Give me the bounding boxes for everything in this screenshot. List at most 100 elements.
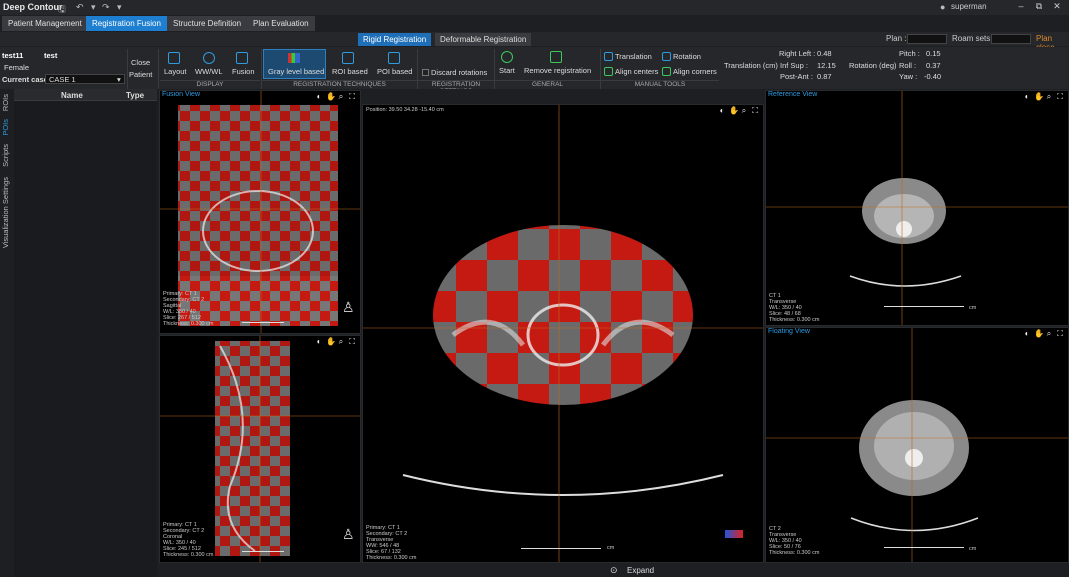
chevron-down-icon: ▾ [117,75,121,84]
yaw-value: -0.40 [924,72,942,81]
rail-tab-rois[interactable]: ROIs [1,94,13,111]
scale-ruler [242,319,284,323]
start-icon[interactable] [501,51,513,63]
manual-group-label: MANUAL TOOLS [601,80,719,88]
patient-id: test11 [2,51,24,60]
rotation-icon[interactable] [662,52,671,61]
column-name[interactable]: Name [61,91,83,100]
wwwl-icon[interactable] [203,52,215,64]
wwwl-button[interactable]: WW/WL [195,67,223,76]
floating-info: CT 2 Transverse W/L: 350 / 40 Slice: 50 … [769,526,820,556]
ruler-unit: cm [969,305,977,311]
redo-icon[interactable]: ↷ [102,2,110,13]
user-name[interactable]: superman [951,2,987,11]
roi-list-panel: Name Type [14,89,157,577]
divider [127,49,128,89]
body-orientation-icon: ♙ [342,526,355,542]
restore-icon[interactable]: ⧉ [1032,1,1046,12]
poi-based-button[interactable]: POI based [377,67,412,76]
scale-ruler [884,303,964,307]
sagittal-info: Primary: CT 1 Secondary: CT 2 Coronal W/… [163,522,214,558]
roi-based-button[interactable]: ROI based [332,67,368,76]
tab-deformable-registration[interactable]: Deformable Registration [435,33,532,46]
roam-sets-select[interactable] [991,34,1031,44]
yaw-label: Yaw : [899,72,918,81]
rotation-title: Rotation (deg) [849,61,897,70]
roll-value: 0.37 [926,61,941,70]
divider [158,49,159,89]
side-tab-rail: ROIs POIs Scripts Visualization Settings [0,89,14,577]
align-centers-button[interactable]: Align centers [615,67,658,76]
pa-label: Post-Ant : [780,72,813,81]
column-type[interactable]: Type [126,91,144,100]
fusion-button[interactable]: Fusion [232,67,255,76]
layout-icon[interactable] [168,52,180,64]
is-label: Inf Sup : [780,61,808,70]
chevron-down-icon[interactable]: ▾ [91,2,96,13]
align-centers-icon[interactable] [604,67,613,76]
translation-icon[interactable] [604,52,613,61]
start-button[interactable]: Start [499,66,515,75]
rail-tab-visualization-settings[interactable]: Visualization Settings [1,177,13,248]
ruler-unit: cm [969,546,977,552]
ribbon-toolbar: test11 test Female Current case : CASE 1… [0,47,1069,95]
floating-view[interactable]: Floating View ◐ ✋ ⌕ ⛶ CT 2 Transverse W/L: … [765,327,1069,563]
chevron-down-icon[interactable]: ▾ [117,2,122,13]
tab-registration-fusion[interactable]: Registration Fusion [86,16,167,31]
close-patient-button[interactable]: Close [131,58,150,67]
rl-label: Right Left : [779,49,816,58]
tab-structure-definition[interactable]: Structure Definition [167,16,248,31]
gray-level-based-label: Gray level based [268,67,325,76]
patient-sex: Female [4,63,30,72]
main-nav: Patient Management Registration Fusion S… [0,15,1069,32]
fusion-view-transverse[interactable]: Position: 39.50 34.28 -15.40 cm ◐ ✋ ⌕ ⛶ Pri… [362,104,764,563]
rail-tab-scripts[interactable]: Scripts [1,144,13,167]
align-corners-button[interactable]: Align corners [673,67,717,76]
undo-icon[interactable]: ↶ [76,2,84,13]
case-select[interactable]: CASE 1 ▾ [45,74,125,84]
translation-button[interactable]: Translation [615,52,652,61]
plan-select[interactable] [907,34,947,44]
fusion-icon[interactable] [236,52,248,64]
pa-value: 0.87 [817,72,832,81]
tab-plan-evaluation[interactable]: Plan Evaluation [247,16,315,31]
fusion-view-sagittal[interactable]: ◐ ✋ ⌕ ⛶ Primary: CT 1 Secondary: CT 2 Coron… [159,335,361,563]
roi-icon[interactable] [342,52,354,64]
reference-view[interactable]: Reference View ◐ ✋ ⌕ ⛶ CT 1 Transverse W/L:… [765,90,1069,326]
fusion-view-coronal[interactable]: Fusion View ◐ ✋ ⌕ ⛶ Primary: CT 1 Secondary… [159,90,361,334]
user-icon: ● [940,2,946,12]
expand-icon[interactable]: ⊙ [610,565,618,576]
rail-tab-pois[interactable]: POIs [1,119,13,136]
discard-rotations-label: Discard rotations [431,68,488,77]
translation-title: Translation (cm) [724,61,778,70]
poi-icon[interactable] [388,52,400,64]
reference-ct-image [766,91,1068,325]
remove-registration-button[interactable]: Remove registration [524,66,591,75]
expand-button[interactable]: Expand [627,566,654,575]
minimize-icon[interactable]: – [1014,1,1028,11]
align-corners-icon[interactable] [662,67,671,76]
rotation-button[interactable]: Rotation [673,52,701,61]
ruler-unit: cm [607,545,615,551]
scale-ruler [521,545,601,549]
case-value: CASE 1 [49,75,76,84]
histogram-icon [288,53,300,63]
close-label: Close [131,58,151,67]
transverse-info: Primary: CT 1 Secondary: CT 2 Transverse… [366,525,417,561]
tab-rigid-registration[interactable]: Rigid Registration [358,33,432,46]
coronal-info: Primary: CT 1 Secondary: CT 2 Sagittal W… [163,291,214,327]
patient-label: Patient [129,70,153,79]
transverse-fusion-image [363,105,763,562]
layout-button[interactable]: Layout [164,67,187,76]
roll-label: Roll : [899,61,917,70]
body-orientation-icon: ♙ [342,299,355,315]
techniques-group-label: REGISTRATION TECHNIQUES [262,80,417,88]
settings-group-label: REGISTRATION SETTINGS [418,80,494,95]
pitch-value: 0.15 [926,49,941,58]
discard-rotations-checkbox[interactable] [422,69,429,76]
close-icon[interactable]: ✕ [1050,1,1064,12]
remove-registration-icon[interactable] [550,51,562,63]
tab-patient-management[interactable]: Patient Management [2,16,88,31]
expand-bar: ⊙ Expand [157,565,1069,577]
gray-level-based-button[interactable]: Gray level based [263,49,326,79]
